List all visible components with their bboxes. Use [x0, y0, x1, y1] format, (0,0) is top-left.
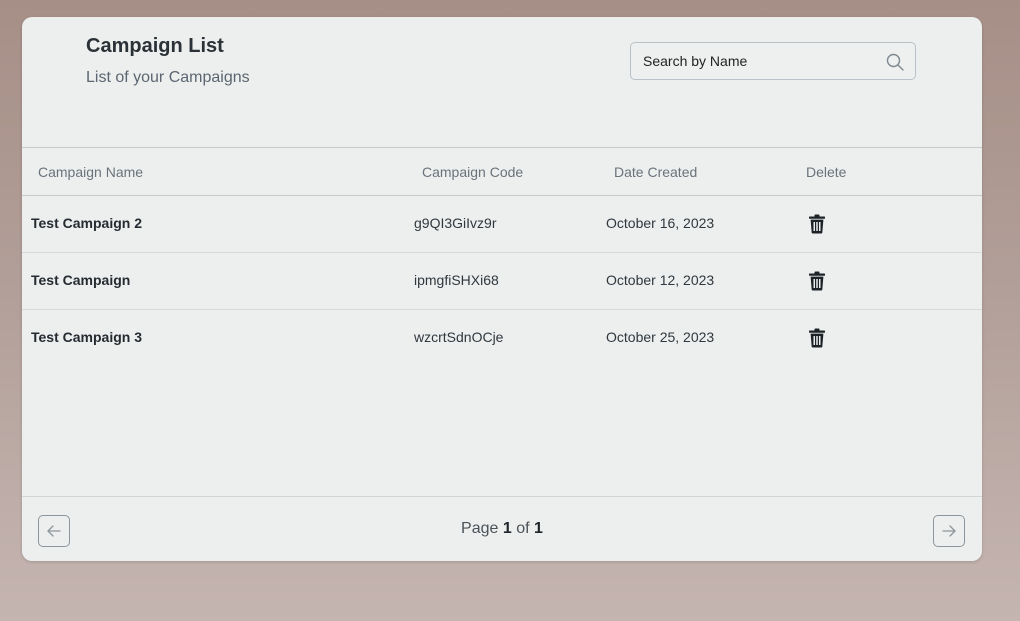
campaign-name[interactable]: Test Campaign 3 [31, 329, 142, 345]
table-row: Test Campaign 2 g9QI3GiIvz9r October 16,… [22, 195, 982, 253]
date-created: October 12, 2023 [606, 272, 715, 288]
table-header: Campaign Name Campaign Code Date Created… [22, 147, 982, 196]
search-input[interactable] [643, 43, 873, 79]
search-box[interactable] [630, 42, 916, 80]
trash-icon[interactable] [808, 214, 826, 234]
of-label: of [516, 520, 530, 537]
table-row: Test Campaign 3 wzcrtSdnOCje October 25,… [22, 309, 982, 366]
page-subtitle: List of your Campaigns [86, 69, 250, 86]
trash-icon[interactable] [808, 328, 826, 348]
column-header-campaign-name[interactable]: Campaign Name [38, 164, 143, 180]
table-row: Test Campaign ipmgfiSHXi68 October 12, 2… [22, 252, 982, 310]
campaign-name[interactable]: Test Campaign [31, 272, 130, 288]
total-pages: 1 [534, 520, 543, 537]
campaign-list-card: Campaign List List of your Campaigns Cam… [22, 17, 982, 561]
pagination-bar: Page 1 of 1 [22, 496, 982, 561]
column-header-delete: Delete [806, 164, 847, 180]
next-page-button[interactable] [933, 515, 965, 547]
current-page: 1 [502, 520, 512, 537]
search-icon[interactable] [886, 53, 904, 71]
campaign-code: ipmgfiSHXi68 [414, 272, 499, 288]
trash-icon[interactable] [808, 271, 826, 291]
column-header-campaign-code[interactable]: Campaign Code [422, 164, 523, 180]
page-label: Page [461, 520, 499, 537]
arrow-right-icon [942, 525, 956, 537]
campaign-name[interactable]: Test Campaign 2 [31, 215, 142, 231]
date-created: October 25, 2023 [606, 329, 715, 345]
column-header-date-created[interactable]: Date Created [614, 164, 697, 180]
page-title: Campaign List [86, 35, 224, 57]
campaign-code: g9QI3GiIvz9r [414, 215, 497, 231]
date-created: October 16, 2023 [606, 215, 715, 231]
campaign-code: wzcrtSdnOCje [414, 329, 504, 345]
page-indicator: Page 1 of 1 [22, 520, 982, 538]
